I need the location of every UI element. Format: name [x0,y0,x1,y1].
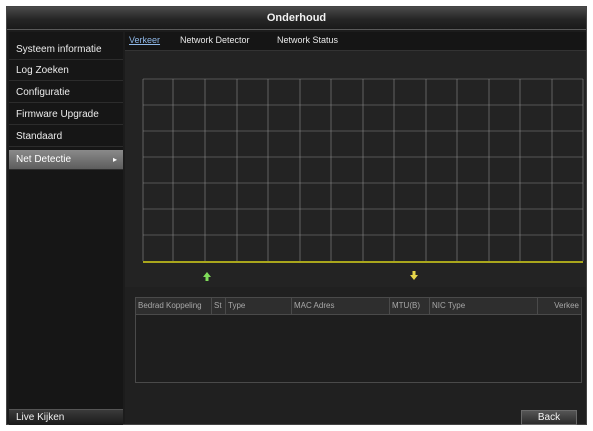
table-header: Bedrad Koppeling St Type MAC Adres MTU(B… [136,298,581,315]
arrow-down-icon [410,271,418,280]
nic-table: Bedrad Koppeling St Type MAC Adres MTU(B… [135,297,582,383]
sidebar-item-label: Log Zoeken [16,65,69,76]
sidebar-item-label: Standaard [16,131,63,142]
column-header-nic-type: NIC Type [430,298,538,314]
tab-network-status[interactable]: Network Status [277,32,338,50]
column-header-traffic: Verkee [554,301,579,310]
sidebar-item-label: Firmware Upgrade [16,109,99,120]
sidebar-item-firmware-upgrade[interactable]: Firmware Upgrade [9,105,123,125]
column-header-type: Type [226,298,292,314]
tab-network-detector[interactable]: Network Detector [180,32,250,50]
traffic-graph [125,51,586,287]
sidebar-item-label: Configuratie [16,87,70,98]
window-title: Onderhoud [7,7,586,30]
back-button[interactable]: Back [521,410,577,425]
sidebar-item-configuration[interactable]: Configuratie [9,83,123,103]
live-view-button[interactable]: Live Kijken [9,409,123,425]
column-header-wired-link: Bedrad Koppeling [136,298,212,314]
column-header-status: St [212,298,226,314]
tab-bar: Verkeer Network Detector Network Status [125,32,586,51]
traffic-grid [142,78,584,261]
sidebar-item-net-detection[interactable]: Net Detectie ▸ [9,150,123,170]
maintenance-window: Onderhoud Systeem informatie Log Zoeken … [6,6,587,425]
column-header-mtu: MTU(B) [390,298,430,314]
tab-traffic[interactable]: Verkeer [129,32,160,50]
sidebar-item-default[interactable]: Standaard [9,127,123,147]
sidebar: Systeem informatie Log Zoeken Configurat… [9,32,123,424]
sidebar-item-label: Systeem informatie [16,44,102,55]
sidebar-item-label: Net Detectie [16,154,72,165]
sidebar-item-log-search[interactable]: Log Zoeken [9,61,123,81]
main-content: Verkeer Network Detector Network Status [125,32,586,425]
sidebar-item-system-info[interactable]: Systeem informatie [9,40,123,60]
chevron-right-icon: ▸ [112,155,117,164]
arrow-up-icon [203,272,211,281]
column-header-mac-address: MAC Adres [292,298,390,314]
traffic-graph-canvas [142,78,584,281]
